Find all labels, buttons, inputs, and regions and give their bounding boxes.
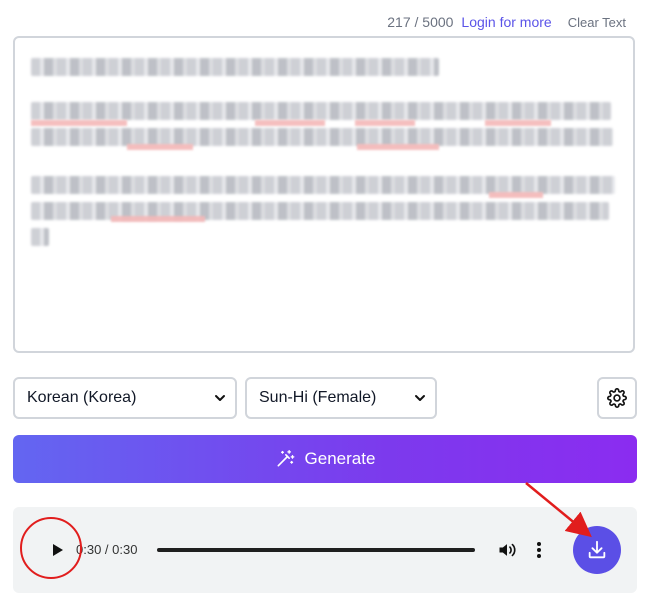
- audio-player: 0:30 / 0:30: [13, 507, 637, 593]
- generate-button-label: Generate: [304, 449, 376, 468]
- blurred-highlight: [485, 120, 551, 126]
- more-options-button[interactable]: [532, 540, 546, 560]
- language-select-value: Korean (Korea): [27, 389, 137, 406]
- download-icon: [588, 540, 606, 559]
- settings-button[interactable]: [597, 377, 637, 419]
- blurred-highlight: [357, 144, 439, 150]
- generate-button[interactable]: Generate: [13, 435, 637, 483]
- clear-text-button[interactable]: Clear Text: [568, 15, 626, 30]
- voice-select-value: Sun-Hi (Female): [259, 389, 377, 406]
- blurred-highlight: [31, 120, 127, 126]
- blurred-highlight: [255, 120, 325, 126]
- login-link[interactable]: Login for more: [461, 14, 551, 30]
- blurred-text-line: [31, 102, 611, 120]
- blurred-highlight: [127, 144, 193, 150]
- blurred-highlight: [111, 216, 205, 222]
- text-toolbar: 217 / 5000 Login for more Clear Text: [387, 14, 626, 30]
- playback-time: 0:30 / 0:30: [76, 542, 138, 557]
- text-input[interactable]: [13, 36, 635, 353]
- more-vertical-icon: [537, 542, 541, 558]
- blurred-text-line: [31, 228, 49, 246]
- chevron-down-icon: [215, 395, 225, 401]
- gear-icon: [607, 388, 627, 408]
- volume-button[interactable]: [497, 540, 517, 560]
- tts-app: 217 / 5000 Login for more Clear Text Kor…: [0, 0, 654, 607]
- voice-select[interactable]: Sun-Hi (Female): [245, 377, 437, 419]
- blurred-text-line: [31, 58, 439, 76]
- character-count: 217 / 5000: [387, 14, 454, 30]
- volume-icon: [499, 543, 516, 557]
- progress-bar[interactable]: [157, 548, 475, 552]
- blurred-text-line: [31, 128, 613, 146]
- blurred-highlight: [355, 120, 415, 126]
- download-button[interactable]: [573, 526, 621, 574]
- annotation-circle: [20, 517, 82, 579]
- chevron-down-icon: [415, 395, 425, 401]
- magic-wand-icon: [275, 449, 295, 469]
- blurred-highlight: [489, 192, 543, 198]
- language-select[interactable]: Korean (Korea): [13, 377, 237, 419]
